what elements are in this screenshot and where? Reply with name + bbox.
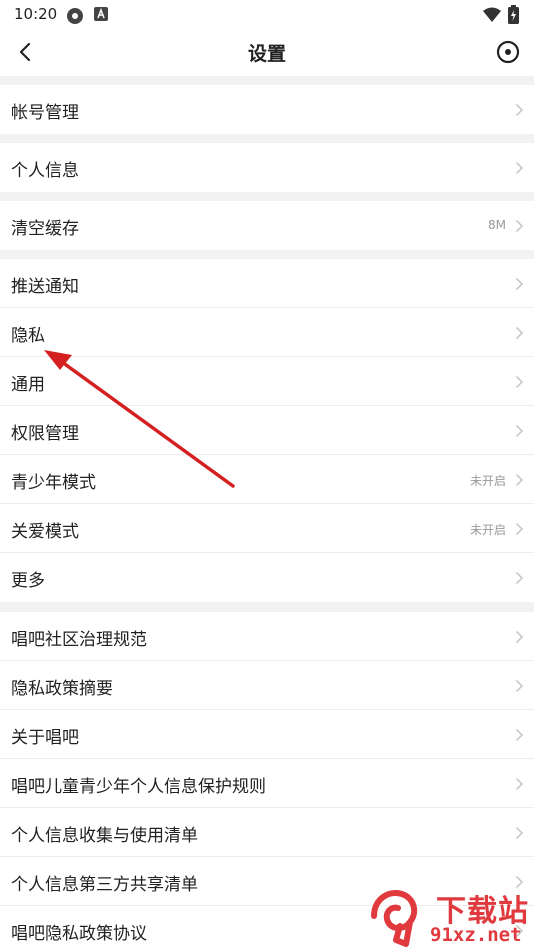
chevron-right-icon (515, 826, 524, 840)
settings-item-label: 个人信息收集与使用清单 (11, 826, 198, 846)
chevron-right-icon (515, 219, 524, 233)
settings-item-privacy-summary[interactable]: 隐私政策摘要 (0, 661, 534, 710)
settings-item-label: 推送通知 (11, 277, 79, 297)
chevron-right-icon (515, 375, 524, 389)
settings-item-general[interactable]: 通用 (0, 357, 534, 406)
settings-item-more[interactable]: 更多 (0, 553, 534, 602)
settings-item-teen-mode[interactable]: 青少年模式 未开启 (0, 455, 534, 504)
settings-item-label: 清空缓存 (11, 219, 79, 239)
status-value: 未开启 (469, 523, 506, 537)
settings-item-label: 个人信息 (11, 161, 79, 181)
settings-item-account[interactable]: 帐号管理 (0, 85, 534, 134)
page-title: 设置 (247, 43, 286, 65)
settings-item-label: 关爱模式 (11, 522, 79, 542)
settings-item-children-privacy[interactable]: 唱吧儿童青少年个人信息保护规则 (0, 759, 534, 808)
settings-item-label: 青少年模式 (11, 473, 96, 493)
chevron-right-icon (515, 277, 524, 291)
chevron-right-icon (515, 522, 524, 536)
settings-item-push[interactable]: 推送通知 (0, 259, 534, 308)
watermark-domain: 91xz.net (430, 924, 522, 946)
status-value: 未开启 (469, 474, 506, 488)
target-icon[interactable] (496, 40, 520, 64)
app-notification-icon (67, 8, 83, 24)
settings-item-label: 隐私 (11, 326, 45, 346)
chevron-right-icon (515, 777, 524, 791)
chevron-right-icon (515, 326, 524, 340)
settings-item-profile[interactable]: 个人信息 (0, 143, 534, 192)
settings-group-account: 帐号管理 (0, 85, 534, 134)
battery-icon (508, 5, 519, 24)
settings-item-community-rules[interactable]: 唱吧社区治理规范 (0, 612, 534, 661)
settings-item-about[interactable]: 关于唱吧 (0, 710, 534, 759)
settings-item-clear-cache[interactable]: 清空缓存 8M (0, 201, 534, 250)
settings-item-label: 唱吧隐私政策协议 (11, 924, 147, 944)
watermark-logo-icon (371, 890, 418, 947)
a-notification-icon (94, 7, 108, 21)
status-time: 10:20 (14, 5, 58, 23)
chevron-right-icon (515, 571, 524, 585)
settings-item-label: 隐私政策摘要 (11, 679, 113, 699)
settings-item-label: 帐号管理 (11, 103, 79, 123)
settings-item-label: 关于唱吧 (11, 728, 79, 748)
status-bar: 10:20 (0, 0, 534, 30)
chevron-right-icon (515, 103, 524, 117)
settings-item-privacy[interactable]: 隐私 (0, 308, 534, 357)
settings-group-profile: 个人信息 (0, 143, 534, 192)
settings-item-label: 更多 (11, 571, 45, 591)
settings-item-label: 个人信息第三方共享清单 (11, 875, 198, 895)
settings-item-label: 唱吧社区治理规范 (11, 630, 147, 650)
cache-size-value: 8M (488, 218, 506, 232)
top-bar: 设置 (0, 30, 534, 76)
settings-group-cache: 清空缓存 8M (0, 201, 534, 250)
chevron-right-icon (515, 728, 524, 742)
settings-item-care-mode[interactable]: 关爱模式 未开启 (0, 504, 534, 553)
chevron-right-icon (515, 161, 524, 175)
settings-item-label: 通用 (11, 375, 45, 395)
settings-item-label: 唱吧儿童青少年个人信息保护规则 (11, 777, 266, 797)
chevron-right-icon (515, 424, 524, 438)
chevron-right-icon (515, 679, 524, 693)
settings-group-general: 推送通知 隐私 通用 权限管理 青少年模式 未开启 关爱模式 未开启 更多 (0, 259, 534, 602)
chevron-right-icon (515, 473, 524, 487)
watermark: 下载站 91xz.net (360, 884, 534, 950)
settings-item-data-collection[interactable]: 个人信息收集与使用清单 (0, 808, 534, 857)
chevron-right-icon (515, 630, 524, 644)
wifi-icon (483, 7, 501, 22)
settings-item-permissions[interactable]: 权限管理 (0, 406, 534, 455)
settings-item-label: 权限管理 (11, 424, 79, 444)
